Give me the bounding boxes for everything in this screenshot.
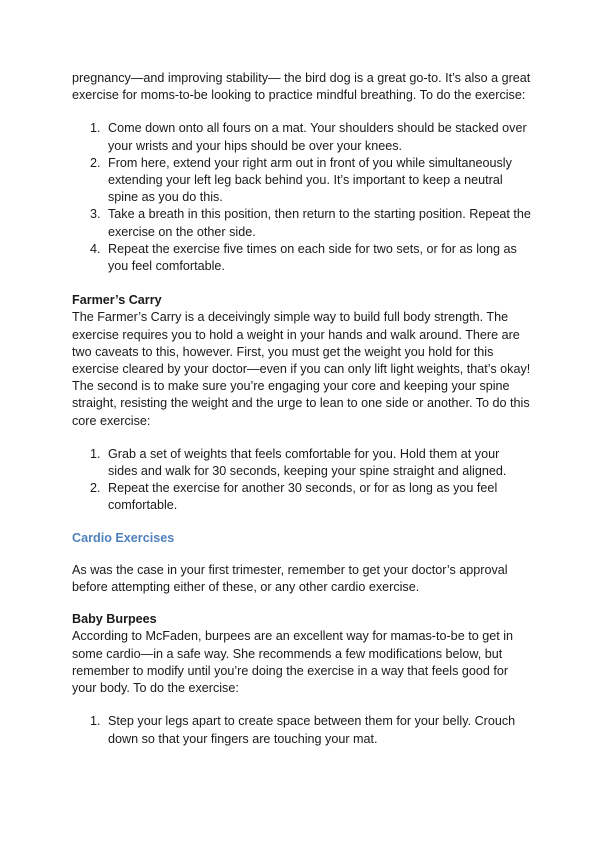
list-item-number: 1.: [90, 714, 101, 729]
list-item-text: From here, extend your right arm out in …: [108, 155, 512, 205]
cardio-section-heading: Cardio Exercises: [72, 530, 175, 545]
list-item: 2. Repeat the exercise for another 30 se…: [72, 480, 532, 514]
list-item-text: Repeat the exercise for another 30 secon…: [108, 481, 498, 513]
list-item-text: Come down onto all fours on a mat. Your …: [108, 121, 527, 153]
list-item-text: Grab a set of weights that feels comfort…: [108, 446, 507, 479]
intro-paragraph: pregnancy—and improving stability— the b…: [72, 71, 531, 103]
farmers-carry-steps-list: 1. Grab a set of weights that feels comf…: [72, 446, 532, 515]
list-item-number: 2.: [90, 155, 101, 170]
list-item-number: 4.: [90, 241, 101, 256]
list-item: 1. Step your legs apart to create space …: [72, 713, 532, 747]
list-item-text: Repeat the exercise five times on each s…: [108, 241, 517, 274]
baby-burpees-paragraph: According to McFaden, burpees are an exc…: [72, 629, 514, 696]
list-item-text: Step your legs apart to create space bet…: [108, 714, 516, 746]
bird-dog-steps-list: 1. Come down onto all fours on a mat. Yo…: [72, 120, 532, 275]
list-item: 4. Repeat the exercise five times on eac…: [72, 241, 532, 275]
cardio-paragraph: As was the case in your first trimester,…: [72, 562, 508, 595]
list-item: 3. Take a breath in this position, then …: [72, 206, 532, 240]
list-item: 2. From here, extend your right arm out …: [72, 155, 532, 207]
farmers-carry-heading: Farmer’s Carry: [72, 293, 162, 308]
baby-burpees-heading: Baby Burpees: [72, 612, 157, 627]
list-item-number: 2.: [90, 481, 101, 496]
list-item: 1. Come down onto all fours on a mat. Yo…: [72, 120, 532, 154]
list-item-number: 3.: [90, 207, 101, 222]
list-item-text: Take a breath in this position, then ret…: [108, 207, 531, 239]
list-item-number: 1.: [90, 446, 101, 461]
list-item-number: 1.: [90, 121, 101, 136]
document-page: pregnancy—and improving stability— the b…: [72, 70, 532, 748]
list-item: 1. Grab a set of weights that feels comf…: [72, 446, 532, 480]
farmers-carry-paragraph: The Farmer’s Carry is a deceivingly simp…: [72, 310, 531, 428]
baby-burpees-steps-list: 1. Step your legs apart to create space …: [72, 713, 532, 747]
